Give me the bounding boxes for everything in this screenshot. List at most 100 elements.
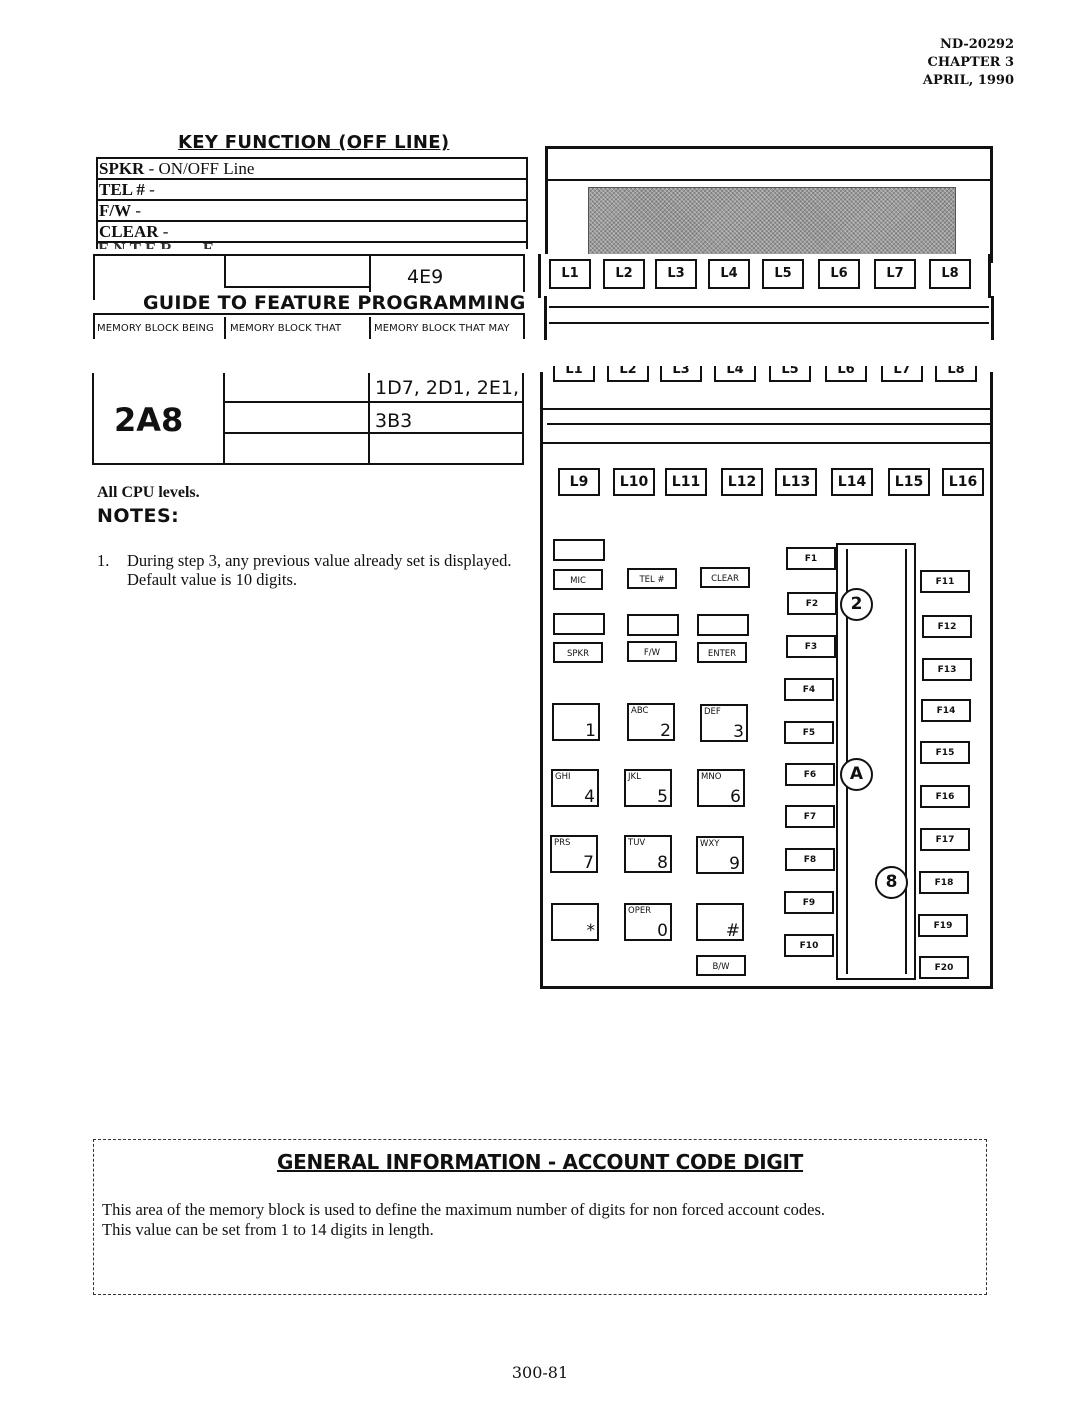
f-key-f9[interactable]: F9 <box>784 891 834 914</box>
guide-title: GUIDE TO FEATURE PROGRAMMING <box>140 292 529 314</box>
dial-key-1[interactable]: 1 <box>552 703 600 741</box>
memory-block-table: 2A8 1D7, 2D1, 2E1, 3B3 <box>92 373 524 465</box>
dial-key-6[interactable]: MNO 6 <box>697 769 745 807</box>
dial-key-digit: 1 <box>585 721 596 741</box>
divider-line <box>549 322 989 324</box>
line-key-l9[interactable]: L9 <box>558 468 600 496</box>
document-header: ND-20292 CHAPTER 3 APRIL, 1990 <box>923 36 1014 90</box>
key-label-blank <box>697 614 749 636</box>
line-key-l14[interactable]: L14 <box>831 468 873 496</box>
dial-key-digit: 6 <box>730 787 741 807</box>
line-key-l1[interactable]: L1 <box>549 259 591 289</box>
general-information-title-text: GENERAL INFORMATION - ACCOUNT CODE DIGIT <box>276 1150 804 1174</box>
line-key-l10[interactable]: L10 <box>613 468 655 496</box>
line-key-l11[interactable]: L11 <box>665 468 707 496</box>
f-key-f4[interactable]: F4 <box>784 678 834 701</box>
general-information-line: This area of the memory block is used to… <box>102 1200 826 1219</box>
f-key-f8[interactable]: F8 <box>785 848 835 871</box>
line-key-l6[interactable]: L6 <box>818 259 860 289</box>
dial-key-4[interactable]: GHI 4 <box>551 769 599 807</box>
related-block: 1D7, 2D1, 2E1, <box>375 377 519 399</box>
line-key-l8[interactable]: L8 <box>929 259 971 289</box>
dial-key-8[interactable]: TUV 8 <box>624 835 672 873</box>
f-key-f3[interactable]: F3 <box>786 635 836 658</box>
column-header: MEMORY BLOCK THAT MAY <box>374 323 510 334</box>
line-key-l12[interactable]: L12 <box>721 468 763 496</box>
dial-key-letters: JKL <box>628 772 641 782</box>
clear-key[interactable]: CLEAR <box>700 567 750 588</box>
mic-key[interactable]: MIC <box>553 569 603 590</box>
fw-key[interactable]: F/W <box>627 641 677 662</box>
dial-key-digit: 9 <box>729 854 740 874</box>
doc-date: APRIL, 1990 <box>922 73 1014 88</box>
callout-a: A <box>840 758 873 791</box>
line-key-l2[interactable]: L2 <box>603 259 645 289</box>
f-key-f14[interactable]: F14 <box>921 699 971 722</box>
line-key-l7-partial: L7 <box>881 366 923 382</box>
dial-key-2[interactable]: ABC 2 <box>627 703 675 741</box>
key-name: CLEAR <box>99 222 159 241</box>
row-divider <box>223 401 522 403</box>
f-key-f7[interactable]: F7 <box>785 805 835 828</box>
bw-key[interactable]: B/W <box>696 955 746 976</box>
dial-key-letters: ABC <box>631 706 649 716</box>
related-block: 3B3 <box>375 410 413 432</box>
divider-line <box>549 306 989 308</box>
f-key-f11[interactable]: F11 <box>920 570 970 593</box>
table-divider <box>369 256 371 296</box>
dial-key-0[interactable]: OPER 0 <box>624 903 672 941</box>
f-key-f1[interactable]: F1 <box>786 547 836 570</box>
dial-key-9[interactable]: WXY 9 <box>696 836 744 874</box>
column-divider <box>369 317 371 339</box>
f-key-f18[interactable]: F18 <box>919 871 969 894</box>
line-key-l15[interactable]: L15 <box>888 468 930 496</box>
spkr-key[interactable]: SPKR <box>553 642 603 663</box>
tel-number-key[interactable]: TEL # <box>627 568 677 589</box>
f-key-f6[interactable]: F6 <box>785 763 835 786</box>
key-label-blank <box>627 614 679 636</box>
key-function-row: F/W - <box>98 199 526 220</box>
dial-key-digit: 0 <box>657 921 668 941</box>
table-cell <box>224 256 371 288</box>
dial-key-star[interactable]: * <box>551 903 599 941</box>
dial-key-letters: DEF <box>704 707 721 717</box>
memory-block-value: 4E9 <box>407 266 444 288</box>
f-key-f10[interactable]: F10 <box>784 934 834 957</box>
f-key-f13[interactable]: F13 <box>922 658 972 681</box>
f-key-f20[interactable]: F20 <box>919 956 969 979</box>
line-key-l7[interactable]: L7 <box>874 259 916 289</box>
enter-key[interactable]: ENTER <box>697 642 747 663</box>
line-key-l5[interactable]: L5 <box>762 259 804 289</box>
f-key-f2[interactable]: F2 <box>787 592 837 615</box>
dial-key-letters: TUV <box>628 838 646 848</box>
f-key-f12[interactable]: F12 <box>922 615 972 638</box>
dial-key-hash[interactable]: # <box>696 903 744 941</box>
dial-key-letters: PRS <box>554 838 571 848</box>
line-key-l1-partial: L1 <box>553 366 595 382</box>
line-key-l3[interactable]: L3 <box>655 259 697 289</box>
f-key-f17[interactable]: F17 <box>920 828 970 851</box>
line-key-l6-partial: L6 <box>825 366 867 382</box>
line-key-l16[interactable]: L16 <box>942 468 984 496</box>
f-key-f16[interactable]: F16 <box>920 785 970 808</box>
f-key-f5[interactable]: F5 <box>784 721 834 744</box>
dial-key-3[interactable]: DEF 3 <box>700 704 748 742</box>
line-key-l8-partial: L8 <box>935 366 977 382</box>
f-key-f15[interactable]: F15 <box>920 741 970 764</box>
callout-2: 2 <box>840 588 873 621</box>
dial-key-digit: 8 <box>657 853 668 873</box>
dial-key-digit: 5 <box>657 787 668 807</box>
general-information-title: GENERAL INFORMATION - ACCOUNT CODE DIGIT <box>0 1150 1080 1174</box>
f-key-f19[interactable]: F19 <box>918 914 968 937</box>
memory-block-code: 2A8 <box>114 401 184 439</box>
dial-key-digit: 4 <box>584 787 595 807</box>
dial-key-5[interactable]: JKL 5 <box>624 769 672 807</box>
doc-number: ND-20292 <box>939 37 1014 52</box>
key-function-table: SPKR - ON/OFF Line TEL # - F/W - CLEAR -… <box>96 157 528 249</box>
memory-block-header: MEMORY BLOCK BEING MEMORY BLOCK THAT MEM… <box>93 313 525 339</box>
line-key-l4[interactable]: L4 <box>708 259 750 289</box>
dial-key-7[interactable]: PRS 7 <box>550 835 598 873</box>
column-divider <box>223 373 225 463</box>
strip-line <box>905 549 907 974</box>
line-key-l13[interactable]: L13 <box>775 468 817 496</box>
